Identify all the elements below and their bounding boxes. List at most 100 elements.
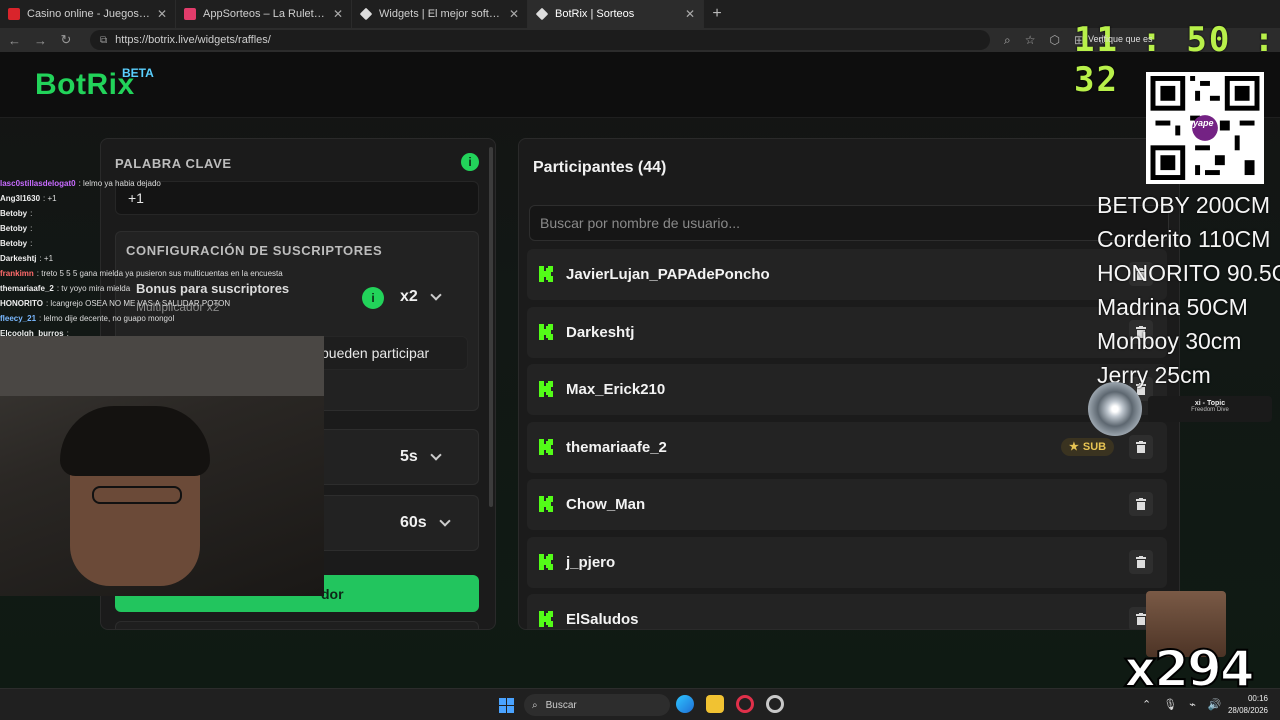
participant-row[interactable]: Max_Erick210	[527, 364, 1167, 415]
kick-logo-icon	[539, 381, 553, 397]
chevron-down-icon	[439, 515, 451, 527]
participant-row[interactable]: ElSaludos	[527, 594, 1167, 629]
close-icon[interactable]: ✕	[509, 7, 519, 21]
browser-tab-botrix-sorteos[interactable]: BotRix | Sorteos ✕	[528, 0, 704, 28]
webcam-overlay	[0, 336, 324, 596]
chat-message: Betoby:	[0, 221, 330, 236]
taskbar-search-label: Buscar	[545, 699, 577, 711]
extensions-icon[interactable]: ⬡	[1050, 33, 1060, 48]
chat-text: : +1	[43, 194, 57, 203]
kick-logo-icon	[539, 323, 553, 340]
yape-qr-code: yape	[1146, 72, 1264, 184]
chat-username: themariaafe_2	[0, 284, 54, 293]
taskbar-search[interactable]: ⌕ Buscar	[524, 694, 670, 716]
new-tab-button[interactable]: +	[704, 5, 730, 23]
participant-row[interactable]: j_pjero	[527, 536, 1167, 588]
close-icon[interactable]: ✕	[157, 7, 167, 21]
botrix-logo[interactable]: BotRix	[35, 68, 135, 102]
info-icon[interactable]: i	[362, 287, 384, 309]
network-icon[interactable]: ⌁	[1189, 698, 1196, 711]
left-panel-scrollbar[interactable]	[489, 147, 493, 507]
participant-list: JavierLujan_PAPAdePoncho Darkeshtj Max_Eri…	[527, 249, 1167, 629]
bonus-multiplier-value: x2	[400, 288, 418, 305]
site-info-icon[interactable]: ⧉	[100, 35, 107, 46]
kick-logo-icon	[539, 266, 553, 282]
participant-name: Chow_Man	[566, 496, 646, 513]
participant-name: JavierLujan_PAPAdePoncho	[566, 266, 770, 283]
remove-participant-button[interactable]	[1129, 549, 1153, 574]
participant-row[interactable]: JavierLujan_PAPAdePoncho	[527, 249, 1167, 300]
timer-select-1[interactable]: 5s	[400, 448, 442, 466]
participant-search-input[interactable]: Buscar por nombre de usuario...	[529, 205, 1169, 241]
participant-name: themariaafe_2	[566, 438, 667, 456]
ranking-line: Monboy 30cm	[1097, 328, 1242, 354]
chat-message: fleecy_21: lelmo dije decente, no guapo …	[0, 311, 330, 326]
chat-username: lasc0stillasdelogat0	[0, 179, 76, 188]
trash-icon	[1136, 440, 1146, 453]
chevron-up-icon[interactable]: ⌃	[1142, 698, 1151, 711]
tab-title: BotRix | Sorteos	[555, 8, 635, 20]
streamer-hair	[60, 406, 210, 476]
url-field[interactable]: ⧉ https://botrix.live/widgets/raffles/	[90, 30, 990, 50]
browser-tab-appsorteos[interactable]: AppSorteos – La Ruleta de la Suerte ✕	[176, 0, 352, 28]
participant-name: j_pjero	[566, 553, 616, 571]
browser-tab-widgets[interactable]: Widgets | El mejor software para p ✕	[352, 0, 528, 28]
participants-button[interactable]: pantes	[115, 621, 479, 629]
chat-text: :	[30, 239, 33, 248]
opera-icon[interactable]	[736, 695, 754, 713]
ranking-line: Madrina 50CM	[1097, 294, 1248, 320]
zoom-icon[interactable]: ⌕	[1004, 33, 1011, 48]
participant-row[interactable]: themariaafe_2 ★ SUB	[527, 421, 1167, 473]
taskbar-date: 28/08/2026	[1227, 706, 1268, 715]
chat-message: Betoby:	[0, 236, 330, 251]
taskbar-clock[interactable]: 00:16 28/08/2026	[1222, 693, 1268, 717]
forward-arrow-icon[interactable]: →	[34, 33, 47, 48]
sub-badge-label: SUB	[1082, 440, 1107, 453]
chat-username: Betoby	[0, 209, 28, 218]
sub-badge: ★ SUB	[1061, 437, 1115, 456]
kick-logo-icon	[539, 438, 553, 455]
trash-icon	[1136, 498, 1146, 510]
now-playing-widget: xi - Topic Freedom Dive	[1088, 382, 1272, 438]
participant-name: ElSaludos	[566, 611, 639, 628]
search-placeholder: Buscar por nombre de usuario...	[540, 215, 740, 231]
volume-icon[interactable]: 🔊	[1208, 698, 1222, 711]
chat-text: : treto 5 5 5 gana mielda ya pusieron su…	[36, 269, 283, 278]
favorite-star-icon[interactable]: ☆	[1025, 33, 1036, 48]
timer-select-2[interactable]: 60s	[400, 514, 451, 532]
chat-message: HONORITO: lcangrejo OSEA NO ME VAS A SAL…	[0, 296, 330, 311]
bonus-multiplier-select[interactable]: x2	[400, 288, 442, 306]
windows-start-icon[interactable]	[499, 698, 514, 713]
remove-participant-button[interactable]	[1129, 492, 1153, 516]
reload-icon[interactable]: ↻	[60, 32, 72, 48]
system-tray: ⌃ 🎙 ⌁ 🔊	[1142, 698, 1222, 711]
participants-title: Participantes (44)	[533, 159, 667, 176]
windows-taskbar: ⌕ Buscar ⌃ 🎙 ⌁ 🔊 00:16 28/08/2026	[0, 688, 1280, 720]
participant-row[interactable]: Chow_Man	[527, 479, 1167, 530]
info-icon[interactable]: i	[461, 153, 479, 171]
file-explorer-icon[interactable]	[706, 695, 724, 713]
botrix-favicon-icon	[359, 7, 373, 21]
back-arrow-icon[interactable]: ←	[8, 33, 21, 48]
chat-message: Darkeshtj: +1	[0, 251, 330, 266]
ranking-line: Corderito 110CM	[1097, 226, 1271, 252]
chat-username: fleecy_21	[0, 314, 37, 323]
chat-message: Betoby:	[0, 206, 330, 221]
participant-row[interactable]: Darkeshtj	[527, 306, 1167, 358]
settings-gear-icon[interactable]	[766, 695, 784, 713]
microphone-icon[interactable]: 🎙	[1163, 698, 1177, 711]
remove-participant-button[interactable]	[1129, 434, 1153, 459]
close-icon[interactable]: ✕	[685, 7, 695, 21]
kick-logo-icon	[539, 611, 553, 627]
tab-title: Casino online - Juegos de casino |	[27, 8, 150, 20]
close-icon[interactable]: ✕	[333, 7, 343, 21]
verify-text: Verifique que es	[1088, 34, 1153, 44]
yape-label: yape	[1193, 118, 1214, 128]
chat-text: :	[30, 209, 33, 218]
size-ranking-overlay: BETOBY 200CM Corderito 110CM HONORITO 90…	[1097, 188, 1280, 392]
ranking-line: HONORITO 90.5C	[1097, 260, 1280, 286]
music-disc-icon	[1088, 382, 1142, 436]
qr-pattern	[1150, 76, 1260, 180]
browser-tab-casino[interactable]: Casino online - Juegos de casino | ✕	[0, 0, 176, 28]
edge-icon[interactable]	[676, 695, 694, 713]
